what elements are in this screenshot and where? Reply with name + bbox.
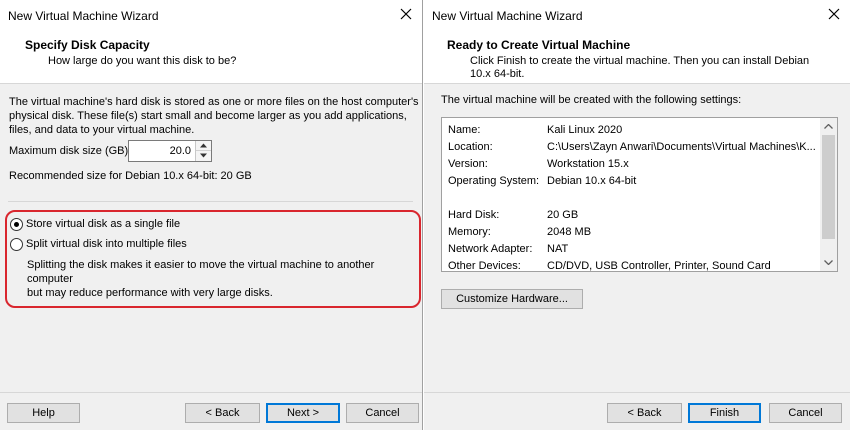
setting-value: Kali Linux 2020 xyxy=(547,124,623,136)
setting-value: CD/DVD, USB Controller, Printer, Sound C… xyxy=(547,260,771,272)
chevron-down-icon xyxy=(824,260,833,265)
back-button[interactable]: < Back xyxy=(185,403,260,423)
ready-to-create-dialog: New Virtual Machine Wizard Ready to Crea… xyxy=(424,0,850,430)
window-title: New Virtual Machine Wizard xyxy=(8,9,159,23)
max-disk-input[interactable] xyxy=(129,141,195,161)
setting-value: Workstation 15.x xyxy=(547,158,629,170)
footer-divider xyxy=(0,392,422,393)
settings-row: Network Adapter: NAT xyxy=(442,241,822,258)
description-line: physical disk. These file(s) start small… xyxy=(9,110,407,122)
vertical-scrollbar[interactable] xyxy=(820,118,837,271)
setting-key: Operating System: xyxy=(448,175,540,187)
subtitle-line: 10.x 64-bit. xyxy=(470,68,525,80)
page-subtitle: Click Finish to create the virtual machi… xyxy=(470,55,809,81)
help-button[interactable]: Help xyxy=(7,403,80,423)
setting-key: Name: xyxy=(448,124,481,136)
spin-down-button[interactable] xyxy=(196,151,211,161)
wizard-header: Specify Disk Capacity How large do you w… xyxy=(0,30,422,84)
setting-value: NAT xyxy=(547,243,569,255)
setting-key: Other Devices: xyxy=(448,260,521,272)
title-bar: New Virtual Machine Wizard xyxy=(424,0,850,30)
wizard-header: Ready to Create Virtual Machine Click Fi… xyxy=(424,30,850,84)
settings-row: Location: C:\Users\Zayn Anwari\Documents\… xyxy=(442,139,822,156)
highlight-annotation xyxy=(5,210,421,308)
settings-row: Operating System: Debian 10.x 64-bit xyxy=(442,173,822,190)
close-button[interactable] xyxy=(820,0,850,30)
divider xyxy=(8,201,413,202)
setting-value: 2048 MB xyxy=(547,226,592,238)
finish-button[interactable]: Finish xyxy=(688,403,761,423)
subtitle-line: Click Finish to create the virtual machi… xyxy=(470,55,810,67)
settings-row xyxy=(442,190,822,207)
chevron-up-icon xyxy=(200,143,207,148)
next-button[interactable]: Next > xyxy=(266,403,340,423)
setting-key: Network Adapter: xyxy=(448,243,533,255)
page-title: Specify Disk Capacity xyxy=(25,38,150,52)
setting-value: Debian 10.x 64-bit xyxy=(547,175,637,187)
close-button[interactable] xyxy=(392,0,422,30)
page-subtitle: How large do you want this disk to be? xyxy=(48,55,237,67)
disk-description: The virtual machine's hard disk is store… xyxy=(9,95,419,137)
description-line: files, and data to your virtual machine. xyxy=(9,124,195,136)
cancel-button[interactable]: Cancel xyxy=(346,403,419,423)
setting-value: 20 GB xyxy=(547,209,579,221)
footer-divider xyxy=(424,392,850,393)
setting-key: Version: xyxy=(448,158,488,170)
settings-row: Version: Workstation 15.x xyxy=(442,156,822,173)
settings-row: Hard Disk: 20 GB xyxy=(442,207,822,224)
setting-key: Memory: xyxy=(448,226,491,238)
settings-row: Name: Kali Linux 2020 xyxy=(442,122,822,139)
setting-key: Hard Disk: xyxy=(448,209,500,221)
close-icon xyxy=(400,8,412,20)
title-bar: New Virtual Machine Wizard xyxy=(0,0,422,30)
description-line: The virtual machine's hard disk is store… xyxy=(9,96,419,108)
page-title: Ready to Create Virtual Machine xyxy=(447,38,631,52)
back-button[interactable]: < Back xyxy=(607,403,682,423)
window-title: New Virtual Machine Wizard xyxy=(432,9,583,23)
close-icon xyxy=(828,8,840,20)
disk-capacity-dialog: New Virtual Machine Wizard Specify Disk … xyxy=(0,0,423,430)
scroll-down-button[interactable] xyxy=(820,254,837,271)
scroll-up-button[interactable] xyxy=(820,118,837,135)
max-disk-label: Maximum disk size (GB): xyxy=(9,145,132,157)
settings-list[interactable]: Name: Kali Linux 2020 Location: C:\Users\Z… xyxy=(441,117,838,272)
settings-row: Memory: 2048 MB xyxy=(442,224,822,241)
settings-intro: The virtual machine will be created with… xyxy=(441,94,742,106)
setting-value: C:\Users\Zayn Anwari\Documents\Virtual M… xyxy=(547,141,816,153)
max-disk-stepper[interactable] xyxy=(128,140,212,162)
customize-hardware-button[interactable]: Customize Hardware... xyxy=(441,289,583,309)
spin-up-button[interactable] xyxy=(196,141,211,151)
chevron-down-icon xyxy=(200,153,207,158)
cancel-button[interactable]: Cancel xyxy=(769,403,842,423)
setting-key: Location: xyxy=(448,141,493,153)
recommended-size: Recommended size for Debian 10.x 64-bit:… xyxy=(9,170,252,182)
chevron-up-icon xyxy=(824,124,833,129)
settings-row: Other Devices: CD/DVD, USB Controller, Pr… xyxy=(442,258,822,272)
scroll-thumb[interactable] xyxy=(822,135,835,239)
spin-buttons xyxy=(195,141,211,161)
